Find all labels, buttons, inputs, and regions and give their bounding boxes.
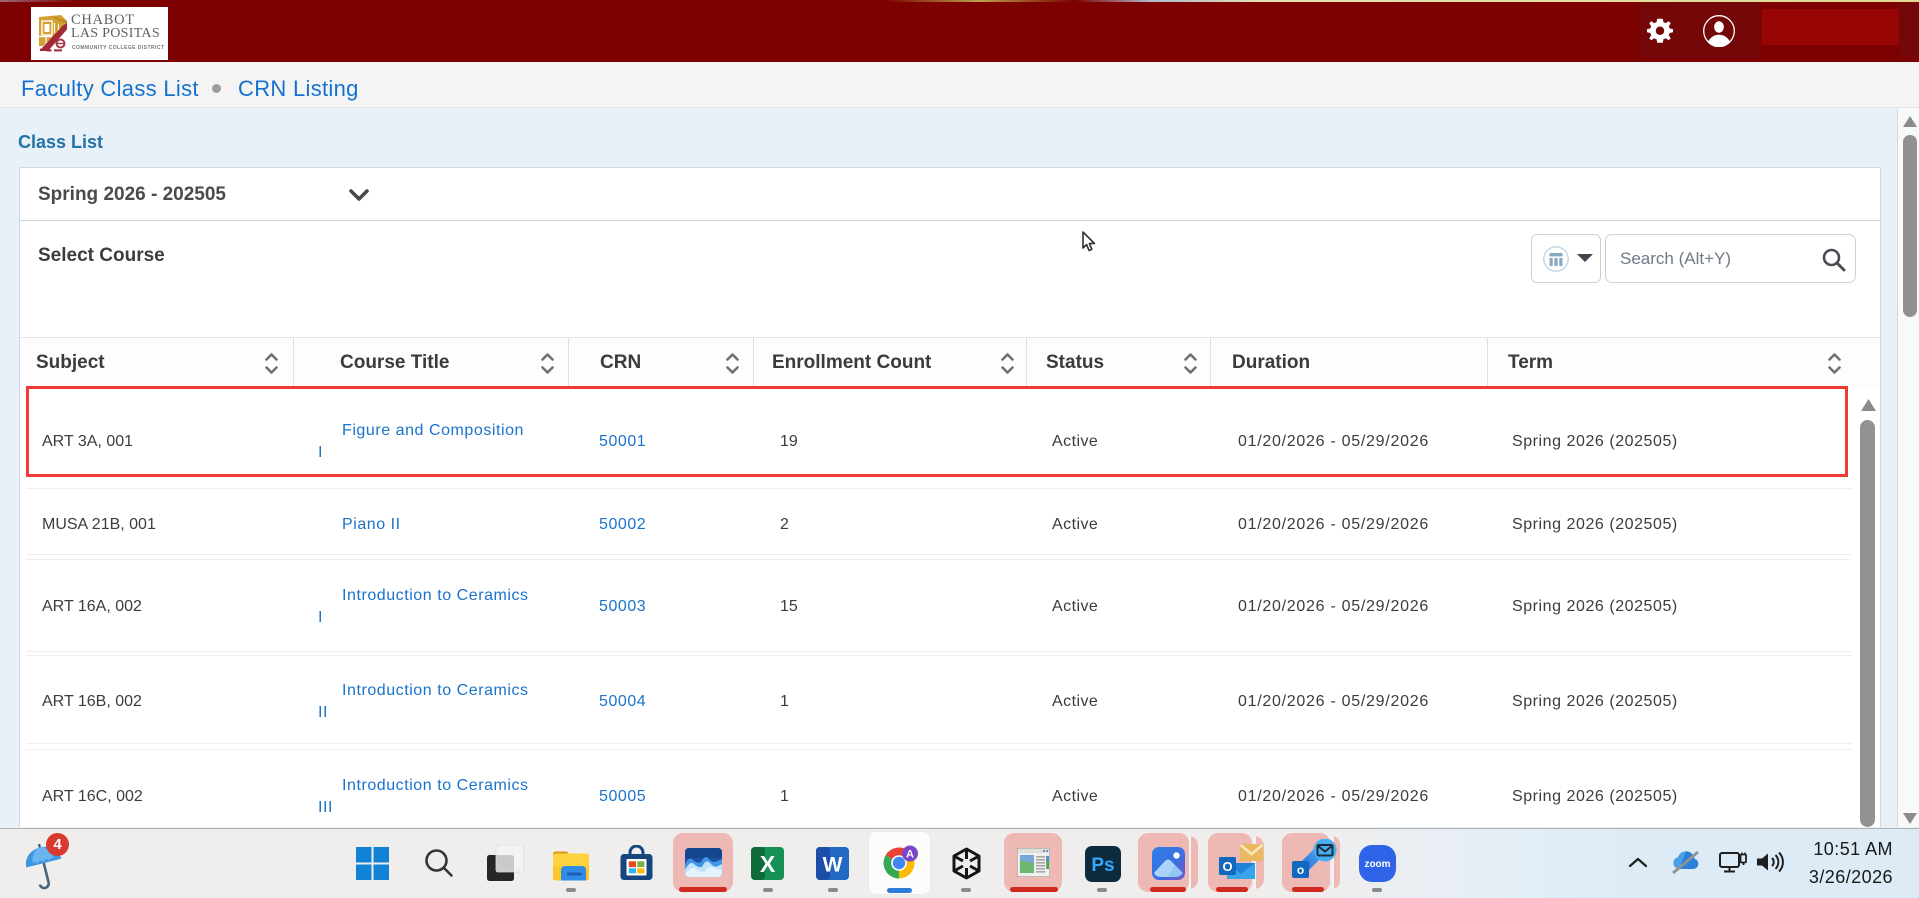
svg-text:O: O: [1222, 859, 1232, 874]
svg-text:X: X: [760, 851, 776, 877]
svg-text:A: A: [906, 849, 914, 861]
svg-text:Ps: Ps: [1091, 855, 1114, 876]
svg-text:zoom: zoom: [1364, 859, 1390, 870]
svg-text:W: W: [823, 854, 843, 877]
svg-text:o: o: [1297, 863, 1304, 877]
